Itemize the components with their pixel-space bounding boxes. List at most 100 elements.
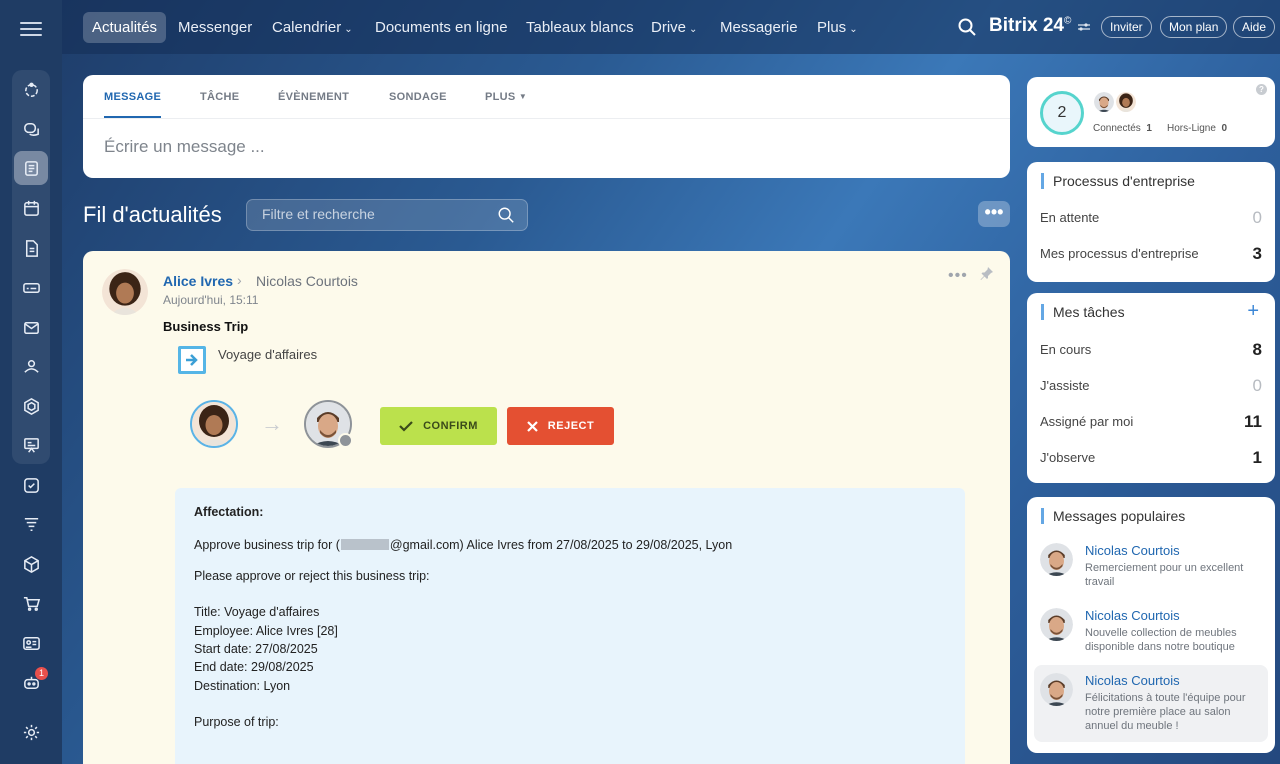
post-more-icon[interactable]: •••	[948, 267, 968, 285]
tab-tache[interactable]: TÂCHE	[200, 91, 239, 103]
tasks-assigned-label[interactable]: Assigné par moi	[1040, 414, 1133, 429]
tab-message[interactable]: MESSAGE	[104, 91, 161, 103]
page-title: Fil d'actualités	[83, 202, 222, 227]
calendar-icon[interactable]	[14, 191, 48, 225]
tasks-icon[interactable]	[14, 468, 48, 502]
nav-documents-en-ligne[interactable]: Documents en ligne	[366, 12, 517, 43]
avatar[interactable]	[1040, 673, 1073, 706]
popular-text[interactable]: Nouvelle collection de meubles disponibl…	[1085, 626, 1260, 654]
reject-button[interactable]: REJECT	[507, 407, 614, 445]
help-icon[interactable]: ?	[1256, 84, 1267, 95]
notification-badge: 1	[35, 667, 48, 680]
presentation-icon[interactable]	[14, 428, 48, 462]
mail-icon[interactable]	[14, 310, 48, 344]
pin-icon[interactable]	[980, 266, 994, 280]
drive-icon[interactable]	[14, 270, 48, 304]
sliders-icon	[1077, 23, 1090, 31]
help-button[interactable]: Aide	[1233, 16, 1276, 38]
list-item[interactable]: Nicolas Courtois Nouvelle collection de …	[1034, 600, 1268, 660]
post-author-link[interactable]: Alice Ivres	[163, 273, 233, 289]
avatar[interactable]	[1040, 608, 1073, 641]
arrow-right-icon: →	[261, 411, 283, 436]
panel-title: Messages populaires	[1041, 508, 1185, 524]
post-composer: MESSAGE TÂCHE ÉVÈNEMENT SONDAGE PLUS ▼ É…	[83, 75, 1010, 178]
tab-sondage[interactable]: SONDAGE	[389, 91, 447, 103]
nav-tableaux-blancs[interactable]: Tableaux blancs	[517, 12, 643, 43]
popular-author[interactable]: Nicolas Courtois	[1085, 608, 1180, 623]
check-icon	[399, 421, 413, 432]
popular-messages-panel: Messages populaires Nicolas Courtois Rem…	[1027, 497, 1275, 753]
avatar[interactable]	[1116, 92, 1136, 112]
brand-logo[interactable]: Bitrix 24©	[989, 15, 1091, 37]
cart-icon[interactable]	[14, 586, 48, 620]
post-recipient[interactable]: Nicolas Courtois	[256, 273, 358, 289]
tasks-in-progress-label[interactable]: En cours	[1040, 342, 1091, 357]
post-timestamp[interactable]: Aujourd'hui, 15:11	[163, 293, 258, 307]
top-navigation: Actualités Messenger Calendrier ⌄ Documen…	[62, 0, 1280, 54]
contacts-icon[interactable]	[14, 349, 48, 383]
my-processes-label[interactable]: Mes processus d'entreprise	[1040, 246, 1199, 261]
tasks-assisting-count[interactable]: 0	[1253, 376, 1262, 396]
add-task-button[interactable]: +	[1247, 300, 1259, 323]
avatar[interactable]	[102, 269, 148, 315]
filter-search-box[interactable]	[246, 199, 528, 231]
message-input[interactable]: Écrire un message ...	[104, 137, 265, 157]
feed-icon[interactable]	[14, 151, 48, 185]
chat-icon[interactable]	[14, 112, 48, 146]
hexagon-icon[interactable]	[14, 389, 48, 423]
feed-more-button[interactable]: •••	[978, 201, 1010, 227]
user-photo-icon	[1040, 543, 1073, 576]
popular-text[interactable]: Remerciement pour un excellent travail	[1085, 561, 1260, 589]
user-photo-icon	[1040, 608, 1073, 641]
search-icon[interactable]	[957, 17, 977, 37]
online-count[interactable]: 2	[1040, 91, 1084, 135]
chevron-down-icon: ⌄	[689, 24, 698, 35]
tasks-assisting-label[interactable]: J'assiste	[1040, 378, 1089, 393]
search-icon[interactable]	[497, 206, 515, 224]
filter-search-input[interactable]	[262, 206, 482, 222]
avatar[interactable]	[190, 400, 238, 448]
popular-text[interactable]: Félicitations à toute l'équipe pour notr…	[1085, 691, 1260, 733]
user-photo-icon	[1094, 92, 1114, 112]
nav-actualites[interactable]: Actualités	[83, 12, 167, 43]
nav-messenger[interactable]: Messenger	[169, 12, 261, 43]
nav-messagerie[interactable]: Messagerie	[711, 12, 807, 43]
nav-drive[interactable]: Drive ⌄	[642, 12, 706, 43]
menu-icon[interactable]	[20, 18, 42, 40]
tasks-observing-count[interactable]: 1	[1253, 448, 1262, 468]
my-plan-button[interactable]: Mon plan	[1160, 16, 1228, 38]
invite-button[interactable]: Inviter	[1101, 16, 1152, 38]
tab-plus[interactable]: PLUS ▼	[485, 91, 527, 103]
nav-calendrier[interactable]: Calendrier ⌄	[263, 12, 362, 43]
confirm-button[interactable]: CONFIRM	[380, 407, 497, 445]
tasks-assigned-count[interactable]: 11	[1244, 412, 1262, 432]
processes-pending-label[interactable]: En attente	[1040, 210, 1099, 225]
tasks-observing-label[interactable]: J'observe	[1040, 450, 1095, 465]
processes-pending-count[interactable]: 0	[1253, 208, 1262, 228]
offline-label: Hors-Ligne 0	[1167, 123, 1228, 134]
document-icon[interactable]	[14, 231, 48, 265]
box-icon[interactable]	[14, 547, 48, 581]
settings-icon[interactable]	[14, 715, 48, 749]
avatar[interactable]	[1094, 92, 1114, 112]
id-card-icon[interactable]	[14, 626, 48, 660]
tasks-in-progress-count[interactable]: 8	[1253, 340, 1262, 360]
feed-post: Alice Ivres › Nicolas Courtois Aujourd'h…	[83, 251, 1010, 764]
filter-icon[interactable]	[14, 507, 48, 541]
activity-icon[interactable]	[14, 73, 48, 107]
details-end-line: End date: 29/08/2025	[194, 660, 314, 674]
popular-author[interactable]: Nicolas Courtois	[1085, 673, 1180, 688]
details-please-line: Please approve or reject this business t…	[194, 569, 430, 583]
user-photo-icon	[1040, 673, 1073, 706]
my-processes-count[interactable]: 3	[1253, 244, 1262, 264]
list-item[interactable]: Nicolas Courtois Remerciement pour un ex…	[1034, 535, 1268, 595]
chevron-down-icon: ⌄	[344, 24, 353, 35]
details-approve-line: Approve business trip for (@gmail.com) A…	[194, 538, 733, 552]
popular-author[interactable]: Nicolas Courtois	[1085, 543, 1180, 558]
tab-evenement[interactable]: ÉVÈNEMENT	[278, 91, 349, 103]
avatar[interactable]	[1040, 543, 1073, 576]
details-destination-line: Destination: Lyon	[194, 679, 291, 693]
nav-plus[interactable]: Plus ⌄	[808, 12, 867, 43]
list-item[interactable]: Nicolas Courtois Félicitations à toute l…	[1034, 665, 1268, 742]
bot-icon[interactable]: 1	[14, 665, 48, 699]
